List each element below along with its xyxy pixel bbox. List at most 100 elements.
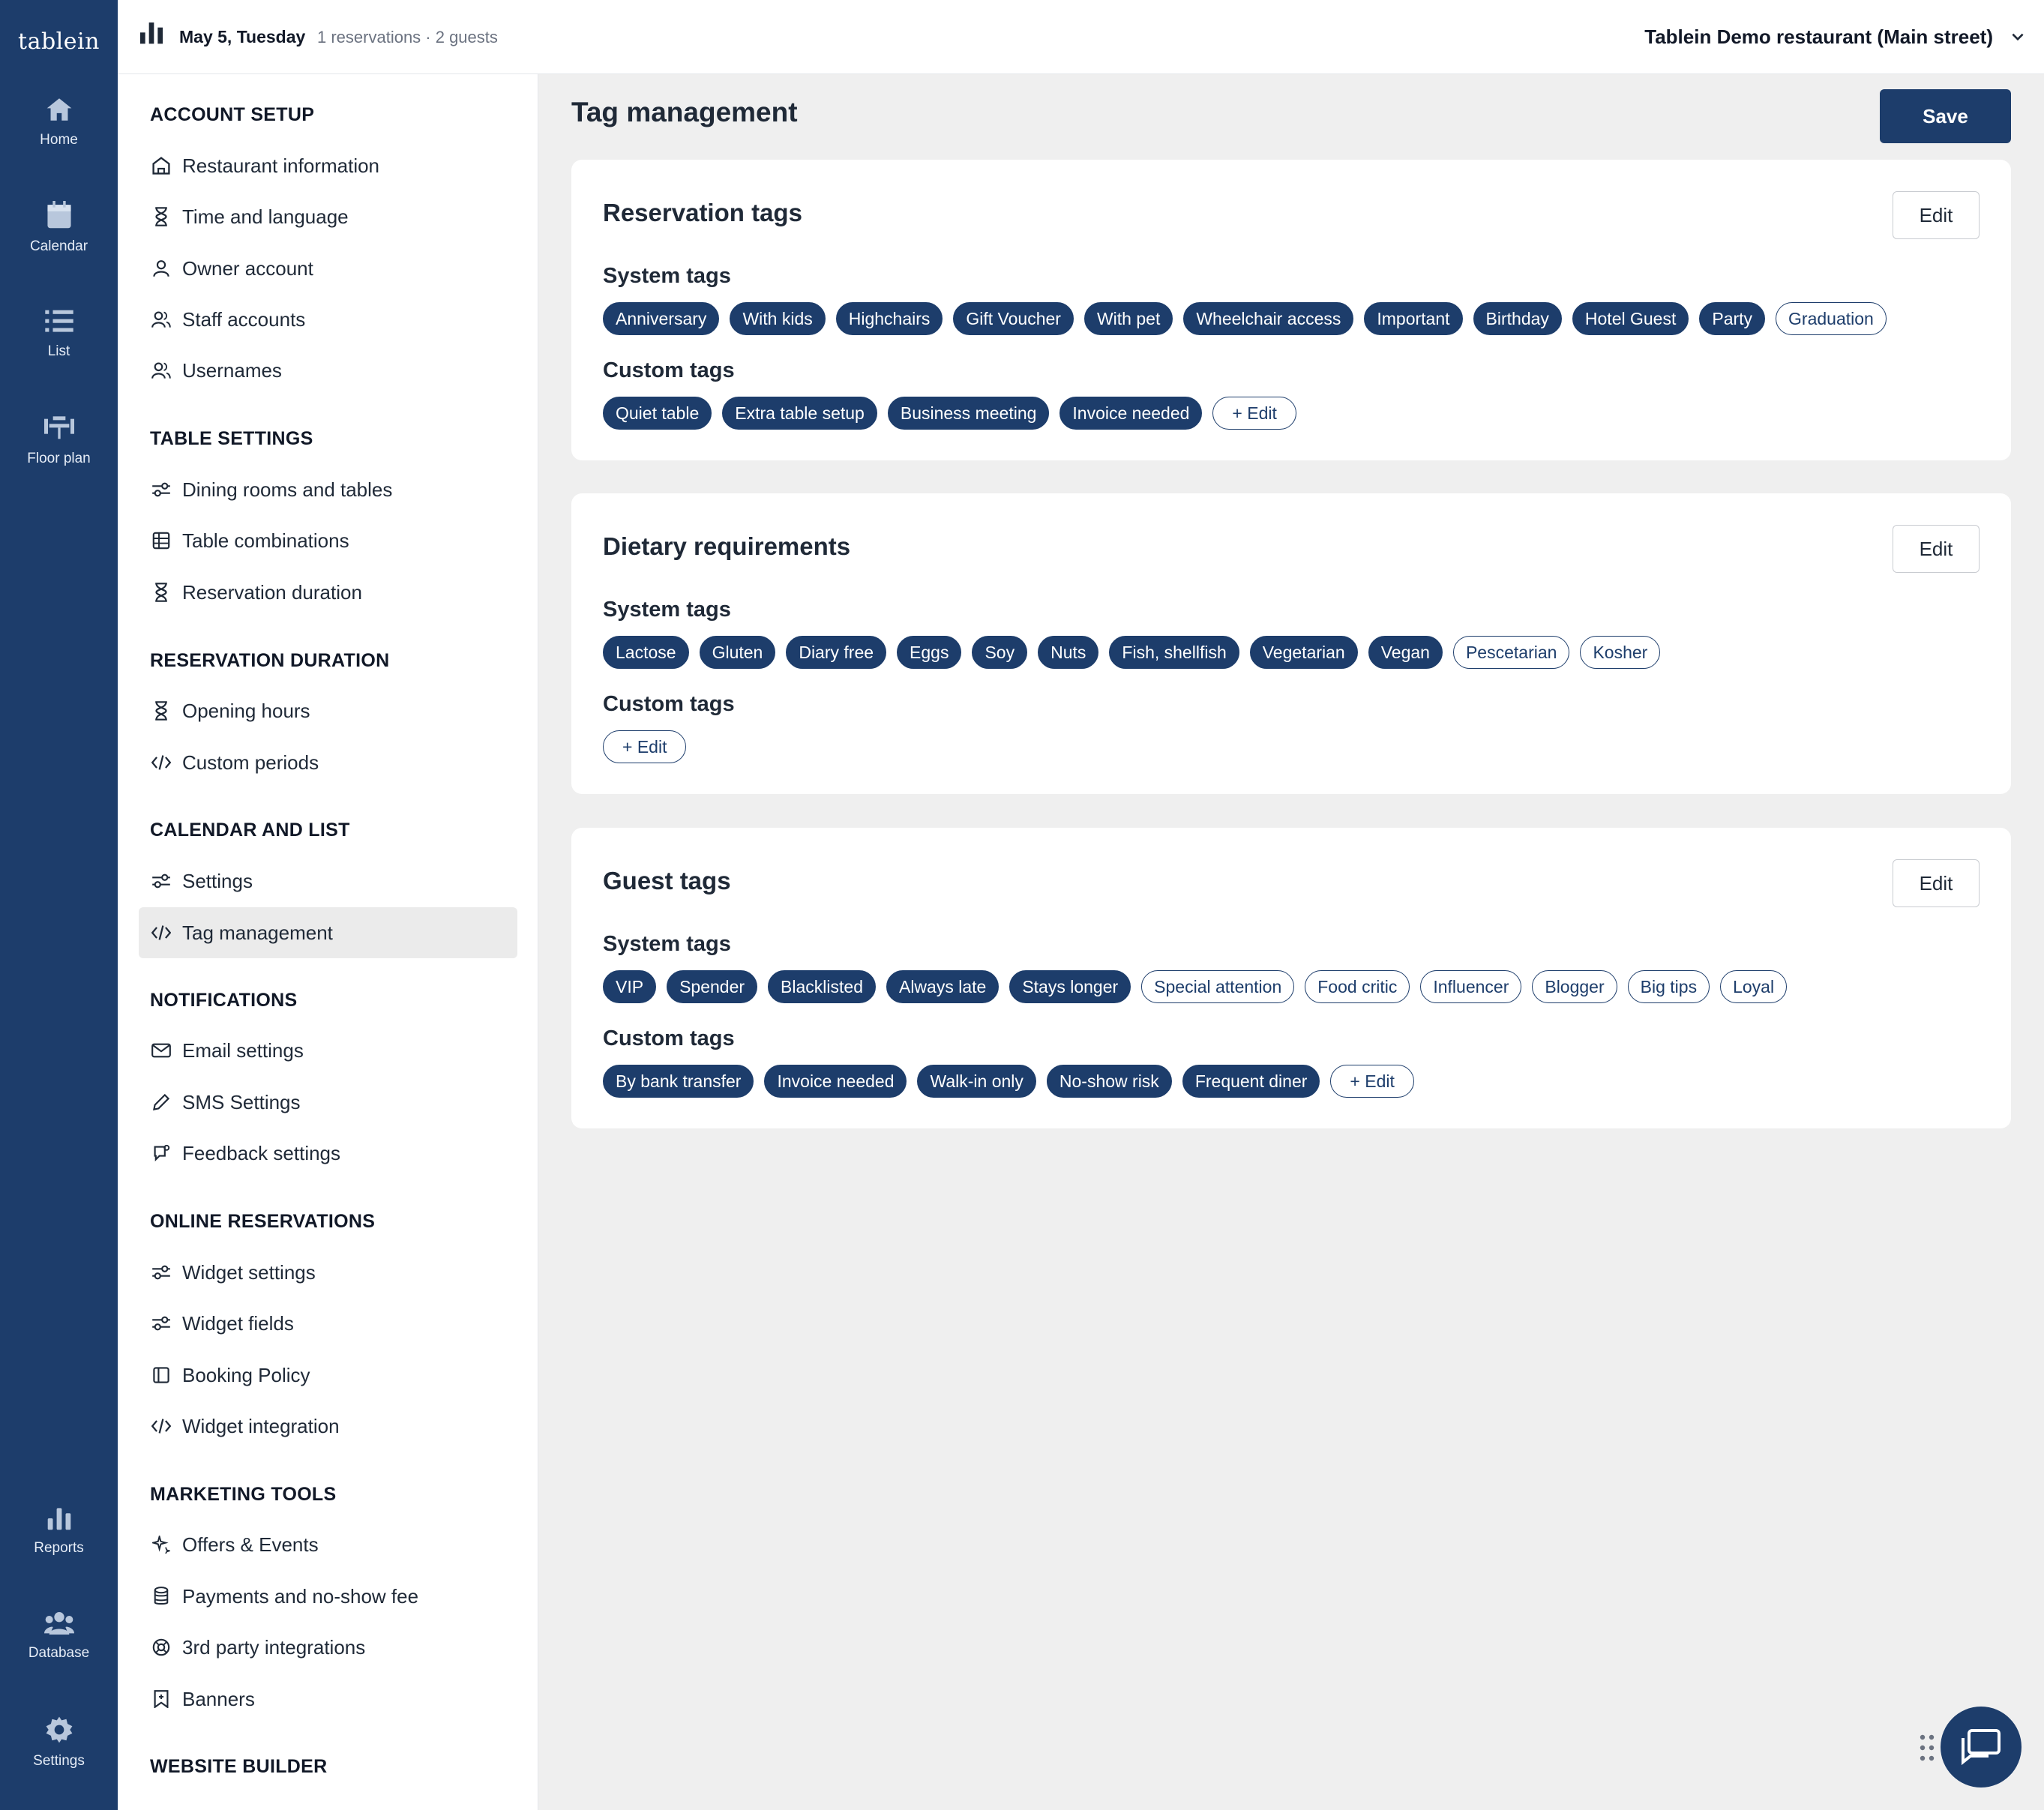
tag-chip[interactable]: By bank transfer (603, 1065, 754, 1098)
add-tag-button[interactable]: + Edit (1212, 397, 1296, 430)
hourglass-icon (150, 700, 172, 722)
tag-chip[interactable]: Nuts (1038, 636, 1099, 669)
tag-chip[interactable]: Highchairs (835, 302, 943, 335)
chat-icon (1962, 1729, 2001, 1765)
sliders-icon (150, 870, 172, 892)
tag-chip[interactable]: Walk-in only (917, 1065, 1036, 1098)
custom-tags-row: By bank transfer Invoice needed Walk-in on… (603, 1065, 1414, 1098)
tag-chip[interactable]: Graduation (1776, 302, 1887, 335)
tag-chip[interactable]: Party (1699, 302, 1766, 335)
nav-item-staff-accounts[interactable]: Staff accounts (139, 294, 517, 345)
tag-chip[interactable]: Wheelchair access (1183, 302, 1354, 335)
sparkle-icon (150, 1533, 172, 1556)
floor-plan-icon (43, 416, 74, 439)
tag-chip[interactable]: Invoice needed (764, 1065, 907, 1098)
card-title: Reservation tags (603, 199, 802, 226)
tag-chip[interactable]: Soy (972, 636, 1028, 669)
tag-chip[interactable]: Fish, shellfish (1109, 636, 1239, 669)
tag-chip[interactable]: Gluten (699, 636, 776, 669)
tag-chip[interactable]: No-show risk (1046, 1065, 1172, 1098)
nav-item-payments[interactable]: Payments and no-show fee (139, 1571, 517, 1622)
tag-chip[interactable]: Blogger (1532, 970, 1617, 1003)
save-button[interactable]: Save (1880, 89, 2011, 143)
nav-item-usernames[interactable]: Usernames (139, 345, 517, 396)
rail-item-settings[interactable]: Settings (0, 1716, 118, 1770)
rail-item-list[interactable]: List (0, 309, 118, 360)
tag-chip[interactable]: Food critic (1305, 970, 1410, 1003)
nav-item-label: Widget settings (182, 1260, 316, 1284)
rail-item-reports[interactable]: Reports (0, 1506, 118, 1557)
nav-item-sms-settings[interactable]: SMS Settings (139, 1077, 517, 1128)
add-tag-button[interactable]: + Edit (603, 730, 687, 763)
nav-item-owner-account[interactable]: Owner account (139, 243, 517, 294)
edit-button[interactable]: Edit (1893, 525, 1980, 573)
chat-button[interactable] (1941, 1707, 2022, 1788)
tag-chip[interactable]: Extra table setup (722, 397, 877, 430)
tag-chip[interactable]: Frequent diner (1182, 1065, 1320, 1098)
tag-chip[interactable]: Blacklisted (768, 970, 876, 1003)
database-icon (43, 1612, 74, 1635)
tag-chip[interactable]: Eggs (897, 636, 962, 669)
reports-icon[interactable] (139, 22, 164, 49)
nav-item-tag-management[interactable]: Tag management (139, 907, 517, 958)
tag-chip[interactable]: Stays longer (1009, 970, 1131, 1003)
nav-item-feedback-settings[interactable]: Feedback settings (139, 1128, 517, 1179)
tag-chip[interactable]: Spender (667, 970, 758, 1003)
tag-chip[interactable]: Special attention (1141, 970, 1295, 1003)
tag-chip[interactable]: VIP (603, 970, 657, 1003)
drag-handle-icon[interactable] (1920, 1734, 1935, 1765)
nav-item-widget-settings[interactable]: Widget settings (139, 1247, 517, 1298)
nav-item-email-settings[interactable]: Email settings (139, 1025, 517, 1076)
tag-chip[interactable]: With kids (730, 302, 826, 335)
tag-chip[interactable]: Business meeting (887, 397, 1050, 430)
tag-chip[interactable]: Loyal (1720, 970, 1788, 1003)
nav-item-offers-events[interactable]: Offers & Events (139, 1519, 517, 1570)
rail-item-database[interactable]: Database (0, 1611, 118, 1662)
tag-chip[interactable]: Quiet table (603, 397, 712, 430)
tag-chip[interactable]: Kosher (1580, 636, 1661, 669)
nav-item-dining-rooms[interactable]: Dining rooms and tables (139, 464, 517, 515)
tag-chip[interactable]: Vegetarian (1249, 636, 1358, 669)
nav-item-reservation-duration[interactable]: Reservation duration (139, 567, 517, 618)
nav-item-label: Custom periods (182, 751, 319, 774)
tag-chip[interactable]: Invoice needed (1059, 397, 1203, 430)
nav-item-custom-periods[interactable]: Custom periods (139, 737, 517, 788)
tag-chip[interactable]: Hotel Guest (1572, 302, 1689, 335)
rail-item-calendar[interactable]: Calendar (0, 201, 118, 255)
tag-chip[interactable]: Lactose (603, 636, 689, 669)
restaurant-selector[interactable]: Tablein Demo restaurant (Main street) (1644, 25, 1993, 49)
edit-button[interactable]: Edit (1893, 859, 1980, 907)
nav-item-table-combinations[interactable]: Table combinations (139, 515, 517, 566)
nav-item-banners[interactable]: Banners (139, 1674, 517, 1725)
tag-chip[interactable]: Big tips (1627, 970, 1710, 1003)
bookmark-icon (150, 1688, 172, 1710)
nav-item-widget-fields[interactable]: Widget fields (139, 1298, 517, 1349)
edit-button[interactable]: Edit (1893, 191, 1980, 239)
chevron-down-icon[interactable] (2010, 28, 2026, 49)
nav-section-title: NOTIFICATIONS (150, 990, 298, 1011)
tag-chip[interactable]: Diary free (786, 636, 887, 669)
nav-item-time-and-language[interactable]: Time and language (139, 191, 517, 242)
nav-item-restaurant-information[interactable]: Restaurant information (139, 140, 517, 191)
tag-chip[interactable]: Anniversary (603, 302, 720, 335)
nav-item-settings[interactable]: Settings (139, 856, 517, 906)
rail-item-home[interactable]: Home (0, 96, 118, 148)
rail-item-floor-plan[interactable]: Floor plan (0, 416, 118, 467)
nav-item-label: Time and language (182, 205, 349, 228)
tag-chip[interactable]: Influencer (1420, 970, 1522, 1003)
nav-item-booking-policy[interactable]: Booking Policy (139, 1350, 517, 1401)
add-tag-button[interactable]: + Edit (1330, 1065, 1414, 1098)
nav-item-opening-hours[interactable]: Opening hours (139, 685, 517, 736)
main-content: Tag management Save Reservation tags Edi… (538, 74, 2044, 1810)
current-date[interactable]: May 5, Tuesday (179, 27, 305, 47)
tag-chip[interactable]: Important (1364, 302, 1463, 335)
tag-chip[interactable]: Birthday (1473, 302, 1562, 335)
tag-chip[interactable]: Pescetarian (1452, 636, 1570, 669)
tag-chip[interactable]: Vegan (1368, 636, 1443, 669)
tag-chip[interactable]: With pet (1083, 302, 1173, 335)
tag-chip[interactable]: Always late (886, 970, 1000, 1003)
nav-item-3rd-party[interactable]: 3rd party integrations (139, 1622, 517, 1673)
lifebuoy-icon (150, 1636, 172, 1659)
tag-chip[interactable]: Gift Voucher (953, 302, 1074, 335)
nav-item-widget-integration[interactable]: Widget integration (139, 1401, 517, 1452)
